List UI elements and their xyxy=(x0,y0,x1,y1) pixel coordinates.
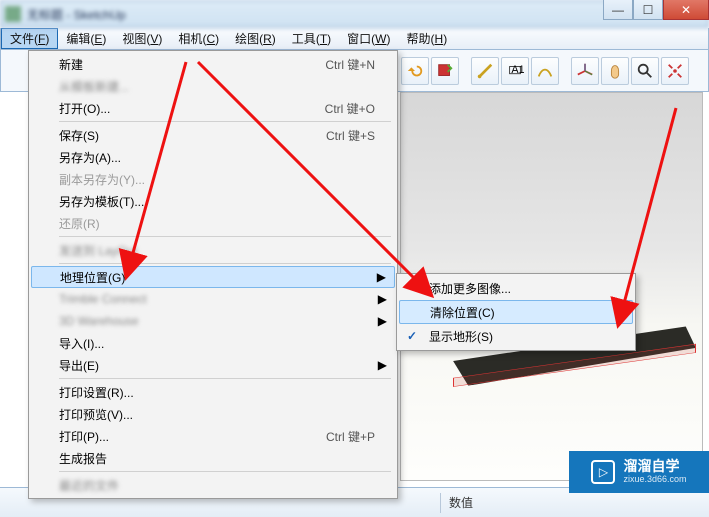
menu-send-layout[interactable]: 发送到 LayOut xyxy=(31,239,395,261)
menu-import[interactable]: 导入(I)... xyxy=(31,332,395,354)
menu-print[interactable]: 打印(P)...Ctrl 键+P xyxy=(31,425,395,447)
check-icon: ✓ xyxy=(407,329,417,343)
menu-warehouse[interactable]: 3D Warehouse▶ xyxy=(31,310,395,332)
menu-revert: 还原(R) xyxy=(31,212,395,234)
separator xyxy=(59,236,391,237)
menu-print-setup[interactable]: 打印设置(R)... xyxy=(31,381,395,403)
menu-trimble[interactable]: Trimble Connect▶ xyxy=(31,288,395,310)
menu-camera[interactable]: 相机(C) xyxy=(170,28,227,49)
menu-draw[interactable]: 绘图(R) xyxy=(227,28,284,49)
separator xyxy=(59,471,391,472)
zoom-extents-button[interactable] xyxy=(661,57,689,85)
tape-button[interactable] xyxy=(471,57,499,85)
geo-location-submenu: 添加更多图像... 清除位置(C) ✓显示地形(S) xyxy=(396,273,636,351)
watermark-name: 溜溜自学 xyxy=(623,459,686,474)
menu-edit[interactable]: 编辑(E) xyxy=(58,28,114,49)
watermark-badge: ▷ 溜溜自学 zixue.3d66.com xyxy=(569,451,709,493)
status-label: 数值 xyxy=(449,494,473,511)
menu-file[interactable]: 文件(F) xyxy=(1,28,58,49)
menu-tools[interactable]: 工具(T) xyxy=(284,28,339,49)
menu-window[interactable]: 窗口(W) xyxy=(339,28,398,49)
zoom-button[interactable] xyxy=(631,57,659,85)
window-controls: — ☐ ✕ xyxy=(603,0,709,20)
menu-save-as-template[interactable]: 另存为模板(T)... xyxy=(31,190,395,212)
menu-new-from-template[interactable]: 从模板新建... xyxy=(31,75,395,97)
watermark-url: zixue.3d66.com xyxy=(623,475,686,485)
menu-save[interactable]: 保存(S)Ctrl 键+S xyxy=(31,124,395,146)
separator xyxy=(59,263,391,264)
menu-new[interactable]: 新建Ctrl 键+N xyxy=(31,53,395,75)
menu-recent[interactable]: 最近的文件 xyxy=(31,474,395,496)
file-menu-dropdown: 新建Ctrl 键+N 从模板新建... 打开(O)...Ctrl 键+O 保存(… xyxy=(28,50,398,499)
redo-button[interactable] xyxy=(431,57,459,85)
submenu-add-more-images[interactable]: 添加更多图像... xyxy=(399,276,633,300)
text-button[interactable] xyxy=(531,57,559,85)
menu-print-preview[interactable]: 打印预览(V)... xyxy=(31,403,395,425)
submenu-show-terrain[interactable]: ✓显示地形(S) xyxy=(399,324,633,348)
pan-button[interactable] xyxy=(601,57,629,85)
undo-button[interactable] xyxy=(401,57,429,85)
dimension-button[interactable]: A1 xyxy=(501,57,529,85)
svg-text:A1: A1 xyxy=(511,63,524,75)
submenu-clear-location[interactable]: 清除位置(C) xyxy=(399,300,633,324)
menu-help[interactable]: 帮助(H) xyxy=(399,28,456,49)
app-icon xyxy=(5,6,21,22)
menu-export[interactable]: 导出(E)▶ xyxy=(31,354,395,376)
menu-view[interactable]: 视图(V) xyxy=(114,28,170,49)
menu-generate-report[interactable]: 生成报告 xyxy=(31,447,395,469)
play-icon: ▷ xyxy=(591,460,615,484)
submenu-arrow-icon: ▶ xyxy=(377,270,386,284)
separator xyxy=(59,121,391,122)
menubar: 文件(F) 编辑(E) 视图(V) 相机(C) 绘图(R) 工具(T) 窗口(W… xyxy=(0,28,709,50)
maximize-button[interactable]: ☐ xyxy=(633,0,663,20)
close-button[interactable]: ✕ xyxy=(663,0,709,20)
menu-save-copy-as: 副本另存为(Y)... xyxy=(31,168,395,190)
menu-geo-location[interactable]: 地理位置(G)▶ xyxy=(31,266,395,288)
axes-button[interactable] xyxy=(571,57,599,85)
minimize-button[interactable]: — xyxy=(603,0,633,20)
menu-save-as[interactable]: 另存为(A)... xyxy=(31,146,395,168)
separator xyxy=(59,378,391,379)
status-divider xyxy=(440,493,441,513)
menu-open[interactable]: 打开(O)...Ctrl 键+O xyxy=(31,97,395,119)
